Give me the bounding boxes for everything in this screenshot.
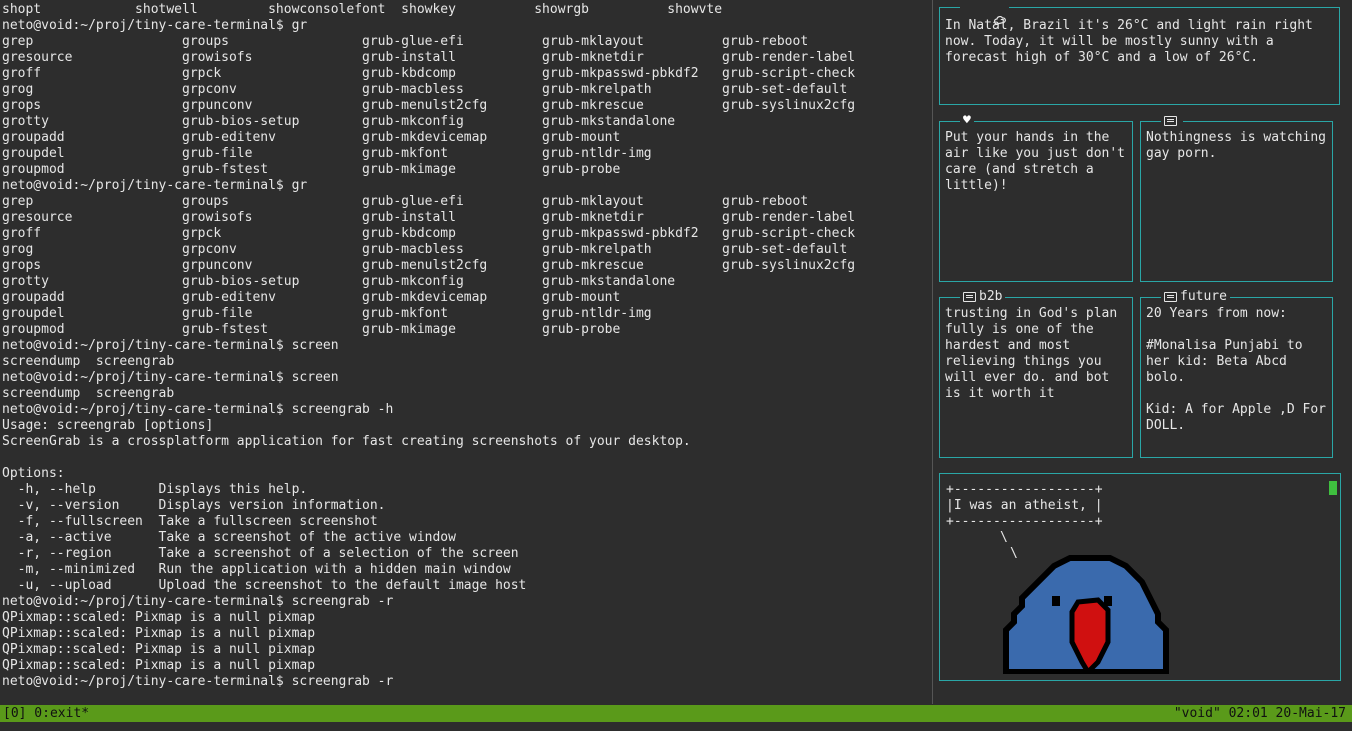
terminal-line: neto@void:~/proj/tiny-care-terminal$ gr <box>2 18 308 33</box>
terminal-line: QPixmap::scaled: Pixmap is a null pixmap <box>2 626 316 641</box>
terminal-line: groupadd grub-editenv grub-mkdevicemap g… <box>2 290 621 305</box>
terminal-line: grog grpconv grub-macbless grub-mkrelpat… <box>2 242 848 257</box>
future-title: future <box>1161 289 1230 305</box>
cursor-block <box>1329 481 1337 495</box>
terminal-line: shopt shotwell showconsolefont showkey s… <box>2 2 723 17</box>
terminal-line: groupmod grub-fstest grub-mkimage grub-p… <box>2 162 621 177</box>
terminal-line: -a, --active Take a screenshot of the ac… <box>2 530 456 545</box>
terminal-line: groff grpck grub-kbdcomp grub-mkpasswd-p… <box>2 66 856 81</box>
weather-text: In Natal, Brazil it's 26°C and light rai… <box>945 18 1321 65</box>
tweet-text: Nothingness is watching gay porn. <box>1146 130 1334 161</box>
status-clock: "void" 02:01 20-Mai-17 <box>1173 706 1346 721</box>
terminal-line: -m, --minimized Run the application with… <box>2 562 511 577</box>
terminal-line: grotty grub-bios-setup grub-mkconfig gru… <box>2 274 676 289</box>
pane-divider[interactable] <box>932 0 933 704</box>
bubble-tail-1: \ <box>1000 530 1008 545</box>
terminal-pane[interactable]: shopt shotwell showconsolefont showkey s… <box>0 0 930 704</box>
terminal-line: groupdel grub-file grub-mkfont grub-ntld… <box>2 146 652 161</box>
terminal-line: grotty grub-bios-setup grub-mkconfig gru… <box>2 114 676 129</box>
message-icon <box>1161 113 1183 129</box>
terminal-line: groupadd grub-editenv grub-mkdevicemap g… <box>2 130 621 145</box>
terminal-line: QPixmap::scaled: Pixmap is a null pixmap <box>2 658 316 673</box>
terminal-line: grep groups grub-glue-efi grub-mklayout … <box>2 194 809 209</box>
terminal-line: grog grpconv grub-macbless grub-mkrelpat… <box>2 82 848 97</box>
terminal-line: -h, --help Displays this help. <box>2 482 308 497</box>
parrot-icon <box>1003 555 1169 674</box>
terminal-line: groupmod grub-fstest grub-mkimage grub-p… <box>2 322 621 337</box>
future-box: future 20 Years from now: #Monalisa Punj… <box>1140 289 1333 458</box>
b2b-box: b2b trusting in God's plan fully is one … <box>939 289 1133 458</box>
terminal-line: grep groups grub-glue-efi grub-mklayout … <box>2 34 809 49</box>
terminal-line: neto@void:~/proj/tiny-care-terminal$ scr… <box>2 338 339 353</box>
terminal-line: groupdel grub-file grub-mkfont grub-ntld… <box>2 306 652 321</box>
terminal-line: neto@void:~/proj/tiny-care-terminal$ scr… <box>2 594 394 609</box>
terminal-line: Options: <box>2 466 65 481</box>
terminal-line: neto@void:~/proj/tiny-care-terminal$ scr… <box>2 674 394 689</box>
weather-box: In Natal, Brazil it's 26°C and light rai… <box>939 0 1340 105</box>
terminal-line: gresource growisofs grub-install grub-mk… <box>2 50 856 65</box>
terminal-line: screendump screengrab <box>2 386 175 401</box>
terminal-line: -r, --region Take a screenshot of a sele… <box>2 546 519 561</box>
terminal-line: grops grpunconv grub-menulst2cfg grub-mk… <box>2 258 856 273</box>
bubble-top: +------------------+ <box>946 482 1103 497</box>
terminal-line: neto@void:~/proj/tiny-care-terminal$ gr <box>2 178 308 193</box>
care-box: ♥ Put your hands in the air like you jus… <box>939 113 1133 282</box>
future-label: future <box>1180 289 1227 304</box>
terminal-line: gresource growisofs grub-install grub-mk… <box>2 210 856 225</box>
care-text: Put your hands in the air like you just … <box>945 130 1133 193</box>
terminal-line: ScreenGrab is a crossplatform applicatio… <box>2 434 691 449</box>
tmux-status-bar: [0] 0:exit* "void" 02:01 20-Mai-17 <box>0 705 1352 722</box>
b2b-text: trusting in God's plan fully is one of t… <box>945 306 1126 401</box>
terminal-line: screendump screengrab <box>2 354 175 369</box>
terminal-line: QPixmap::scaled: Pixmap is a null pixmap <box>2 642 316 657</box>
status-window[interactable]: [0] 0:exit* <box>3 705 89 722</box>
b2b-title: b2b <box>960 289 1006 305</box>
terminal-line: grops grpunconv grub-menulst2cfg grub-mk… <box>2 98 856 113</box>
bubble-bottom: +------------------+ <box>946 514 1103 529</box>
terminal-line: neto@void:~/proj/tiny-care-terminal$ scr… <box>2 370 339 385</box>
bubble-text: |I was an atheist, | <box>946 498 1103 513</box>
heart-icon: ♥ <box>960 113 974 129</box>
terminal-line: groff grpck grub-kbdcomp grub-mkpasswd-p… <box>2 226 856 241</box>
terminal-line: QPixmap::scaled: Pixmap is a null pixmap <box>2 610 316 625</box>
message-icon <box>963 291 976 302</box>
terminal-line: -f, --fullscreen Take a fullscreen scree… <box>2 514 378 529</box>
message-icon <box>1164 291 1177 302</box>
future-text: 20 Years from now: #Monalisa Punjabi to … <box>1146 306 1327 433</box>
terminal-line: Usage: screengrab [options] <box>2 418 214 433</box>
tweet-box: Nothingness is watching gay porn. <box>1140 113 1334 282</box>
b2b-label: b2b <box>979 289 1003 304</box>
terminal-line: neto@void:~/proj/tiny-care-terminal$ scr… <box>2 402 394 417</box>
terminal-line: -u, --upload Upload the screenshot to th… <box>2 578 527 593</box>
terminal-line: -v, --version Displays version informati… <box>2 498 386 513</box>
